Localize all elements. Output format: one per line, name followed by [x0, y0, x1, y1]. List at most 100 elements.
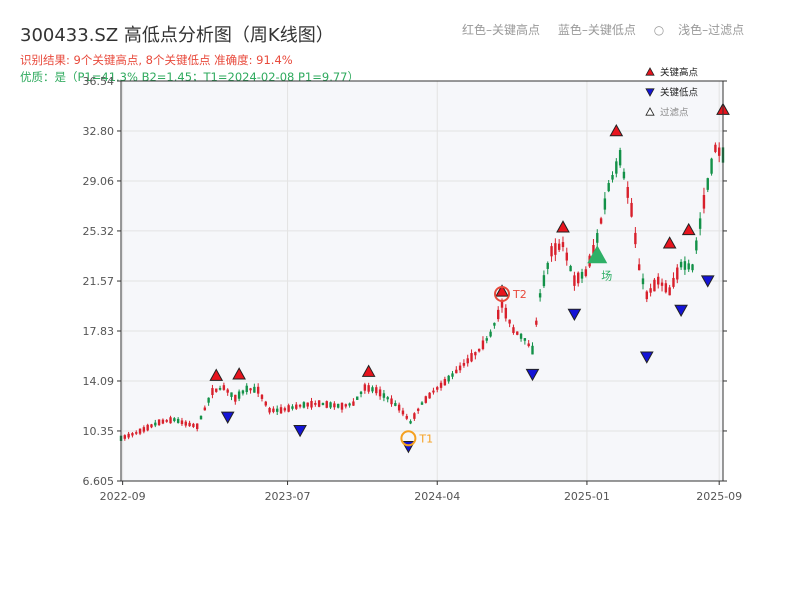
candle-body [485, 338, 488, 341]
candle-body [542, 275, 546, 287]
candle-body [142, 427, 146, 432]
candle-body [710, 158, 713, 174]
candle-body [428, 392, 431, 399]
candle-body [424, 396, 428, 403]
candle-body [356, 396, 359, 400]
candle-body [523, 338, 527, 341]
candle-body [706, 178, 709, 190]
candle-body [264, 401, 267, 406]
x-tick-label: 2022-09 [100, 490, 146, 503]
candle-body [325, 401, 328, 408]
candle-body [691, 264, 694, 271]
candle-body [683, 261, 687, 270]
candle-body [154, 422, 157, 426]
y-tick-label: 17.83 [83, 325, 115, 338]
candle-body [611, 174, 614, 180]
candle-body [634, 232, 637, 245]
candle-body [138, 428, 142, 434]
candle-body [363, 384, 367, 391]
candle-body [226, 389, 229, 393]
candle-body [192, 423, 195, 427]
candle-body [535, 320, 538, 325]
candle-body [641, 278, 645, 285]
candle-body [386, 397, 389, 400]
candle-body [679, 261, 683, 268]
candle-body [554, 243, 557, 255]
candle-body [519, 333, 523, 339]
candle-body [565, 252, 568, 261]
candle-body [276, 408, 279, 412]
candle-body [622, 171, 626, 179]
legend-high-label: 关键高点 [660, 67, 699, 79]
candle-body [397, 404, 401, 411]
candle-body [329, 402, 332, 408]
candle-body [489, 331, 492, 337]
candle-body [249, 388, 252, 391]
candle-body [676, 267, 679, 280]
t2-label: T2 [512, 288, 527, 301]
candle-body [664, 283, 668, 293]
candle-body [657, 276, 660, 285]
candle-body [150, 424, 153, 428]
candle-body [146, 424, 149, 431]
candle-body [561, 242, 565, 248]
candle-body [375, 387, 378, 394]
candle-body [336, 403, 340, 408]
candle-body [668, 287, 671, 296]
candle-body [237, 391, 241, 399]
candle-body [321, 402, 325, 406]
candle-body [340, 402, 344, 410]
candle-body [477, 348, 481, 352]
candle-body [596, 232, 599, 243]
t1-label: T1 [418, 432, 433, 445]
signal-label: 场 [601, 268, 612, 282]
candle-body [455, 369, 458, 374]
candle-body [607, 183, 610, 192]
candle-body [123, 435, 127, 439]
candle-body [660, 282, 664, 286]
candle-body [717, 147, 721, 156]
candle-body [344, 404, 347, 407]
candle-body [157, 419, 161, 426]
candle-body [253, 386, 256, 393]
candle-body [546, 262, 549, 269]
candle-body [695, 240, 698, 251]
legend-filtered-label: 过滤点 [660, 107, 689, 119]
candle-body [405, 415, 408, 419]
candle-body [416, 408, 420, 411]
candle-body [630, 202, 633, 217]
y-tick-label: 21.57 [83, 275, 115, 288]
candle-body [222, 385, 226, 390]
candle-body [310, 400, 313, 408]
y-tick-label: 36.54 [83, 75, 115, 88]
candle-body [573, 275, 576, 286]
candle-body [283, 408, 287, 411]
candle-body [394, 402, 397, 406]
candle-body [462, 362, 466, 366]
candle-body [287, 405, 290, 412]
candle-body [527, 343, 530, 347]
candle-body [230, 392, 233, 397]
candle-body [169, 417, 172, 424]
x-tick-label: 2025-09 [696, 490, 742, 503]
candle-body [188, 422, 191, 427]
candle-body [371, 387, 374, 392]
candle-body [176, 418, 180, 423]
candle-body [203, 407, 207, 411]
candle-body [218, 387, 222, 390]
candle-body [256, 386, 260, 394]
candle-body [382, 393, 386, 398]
candle-body [626, 187, 629, 198]
y-tick-label: 14.09 [83, 375, 115, 388]
candle-body [615, 161, 618, 174]
candle-body [359, 391, 363, 395]
candle-body [645, 291, 648, 300]
candle-body [161, 419, 165, 424]
candle-body [584, 269, 588, 276]
candle-body [348, 403, 351, 406]
candle-body [401, 410, 405, 415]
candle-body [260, 394, 264, 399]
candle-body [447, 375, 450, 382]
candle-body [199, 415, 203, 420]
candle-body [291, 406, 294, 409]
